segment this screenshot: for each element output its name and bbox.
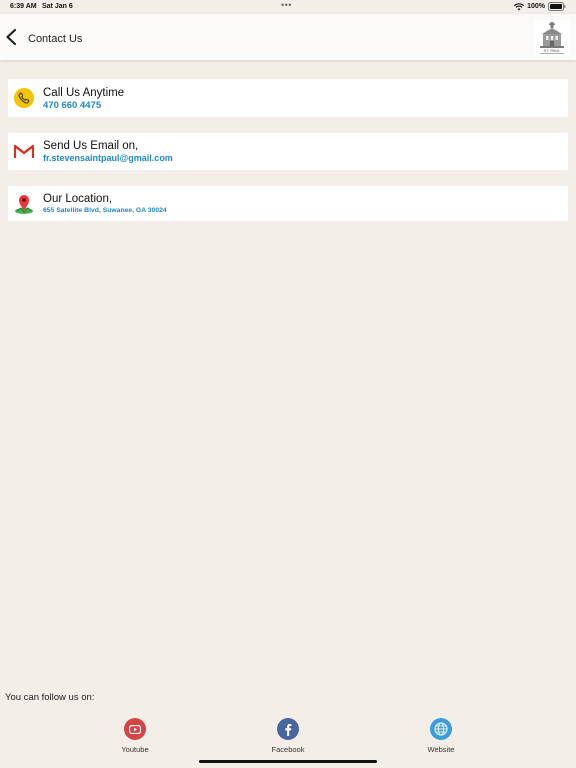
contact-title: Call Us Anytime	[43, 87, 125, 99]
map-pin-icon	[14, 193, 34, 220]
youtube-button[interactable]: Youtube	[105, 718, 165, 754]
email-link[interactable]: fr.stevensaintpaul@gmail.com	[43, 153, 173, 163]
facebook-button[interactable]: Facebook	[258, 718, 318, 754]
status-time: 6:39 AM	[10, 3, 37, 10]
wifi-icon	[514, 2, 525, 11]
battery-percent: 100%	[527, 3, 545, 10]
contact-card-email[interactable]: Send Us Email on, fr.stevensaintpaul@gma…	[8, 133, 568, 170]
contact-card-phone[interactable]: Call Us Anytime 470 660 4475	[8, 79, 568, 117]
page-title: Contact Us	[28, 33, 83, 45]
website-label: Website	[427, 745, 455, 754]
church-logo: ST. PAUL	[534, 20, 570, 56]
facebook-label: Facebook	[271, 745, 305, 754]
address-link[interactable]: 655 Satellite Blvd, Suwanee, GA 30024	[43, 207, 167, 214]
gmail-icon	[13, 143, 35, 164]
contact-card-location[interactable]: Our Location, 655 Satellite Blvd, Suwane…	[8, 186, 568, 221]
back-button[interactable]	[4, 28, 22, 50]
website-button[interactable]: Website	[411, 718, 471, 754]
contact-title: Our Location,	[43, 193, 113, 205]
status-bar: 6:39 AM Sat Jan 6 ••• 100%	[0, 0, 576, 14]
phone-number-link[interactable]: 470 660 4475	[43, 100, 101, 111]
nav-header: Contact Us ST. PAUL	[0, 14, 576, 60]
chevron-left-icon	[6, 28, 17, 46]
contact-title: Send Us Email on,	[43, 140, 139, 152]
logo-text: ST. PAUL	[543, 48, 561, 53]
facebook-icon	[277, 718, 299, 740]
follow-us-label: You can follow us on:	[5, 692, 95, 703]
phone-icon	[14, 88, 34, 113]
battery-icon	[548, 2, 566, 11]
status-date: Sat Jan 6	[42, 3, 73, 10]
home-indicator[interactable]	[199, 760, 377, 763]
status-indicators: 100%	[514, 2, 566, 11]
youtube-icon	[124, 718, 146, 740]
youtube-label: Youtube	[121, 745, 149, 754]
multitasking-dots[interactable]: •••	[281, 0, 292, 10]
globe-icon	[430, 718, 452, 740]
